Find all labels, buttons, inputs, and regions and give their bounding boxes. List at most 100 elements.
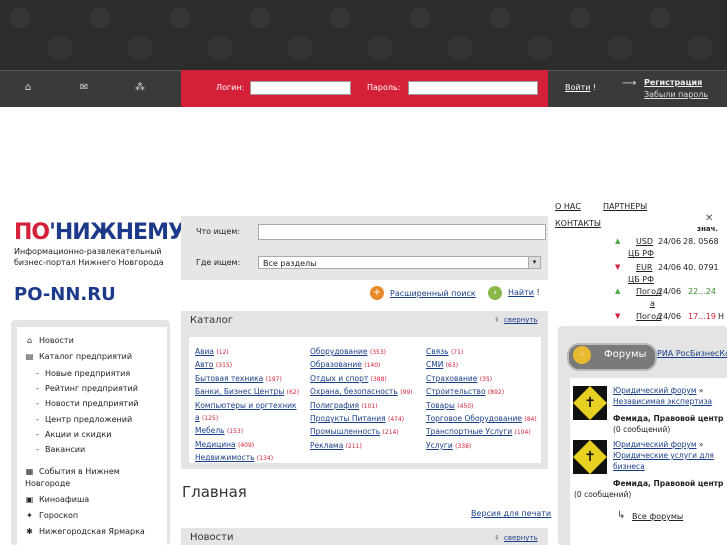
catalog-link[interactable]: Оборудование: [310, 347, 368, 356]
sidebar-item[interactable]: Киноафиша: [39, 495, 89, 504]
password-input[interactable]: [408, 81, 538, 95]
sidebar-subitem[interactable]: Рейтинг предприятий: [45, 384, 138, 393]
catalog-link[interactable]: Бытовая техника: [195, 374, 263, 383]
catalog-link[interactable]: Транспортные Услуги: [426, 427, 512, 436]
partners-link[interactable]: ПАРТНЕРЫ: [603, 202, 647, 211]
find-button[interactable]: Найти !: [508, 288, 540, 297]
catalog-link[interactable]: Авто: [195, 360, 214, 369]
sidebar-item[interactable]: Нижегородская Ярмарка: [39, 527, 145, 536]
mail-icon[interactable]: ✉: [74, 78, 94, 98]
sidebar-subitem[interactable]: Центр предложений: [45, 415, 132, 424]
sidebar-item[interactable]: События в Нижнем: [39, 467, 120, 476]
arrow-down-icon: ▼: [615, 263, 621, 271]
home-icon: ⌂: [26, 336, 33, 345]
forum-topic[interactable]: Юридические услуги для: [613, 450, 714, 461]
catalog-item: Недвижимость (134): [195, 452, 305, 465]
logo[interactable]: ПО'НИЖНЕМУ: [14, 220, 185, 245]
arrow-icon: ↳: [617, 510, 626, 521]
catalog-link[interactable]: Мебель: [195, 426, 225, 435]
catalog-item: а (125): [195, 412, 305, 425]
search-go-icon[interactable]: ›: [488, 286, 502, 300]
bullet-icon: -: [36, 369, 39, 378]
catalog-item: Промышленность (214): [310, 426, 420, 439]
catalog-link[interactable]: Банки, Бизнес Центры: [195, 387, 284, 396]
news-title: Новости: [190, 532, 234, 543]
sidebar-subitem[interactable]: Вакансии: [45, 445, 85, 454]
forum-author: Фемида, Правовой центр: [613, 479, 724, 488]
catalog-count: (12): [216, 349, 229, 356]
catalog-link[interactable]: Образование: [310, 360, 362, 369]
catalog-link[interactable]: Компьютеры и оргтехник: [195, 401, 297, 410]
news-collapse-link[interactable]: свернуть: [504, 534, 538, 542]
search-input[interactable]: [258, 224, 546, 240]
plus-icon[interactable]: +: [370, 286, 384, 300]
catalog-link[interactable]: Страхование: [426, 374, 477, 383]
register-link[interactable]: Регистрация: [644, 78, 702, 87]
catalog-link[interactable]: Товары: [426, 401, 455, 410]
forum-logo[interactable]: ✝: [573, 386, 607, 420]
catalog-link[interactable]: Промышленность: [310, 427, 380, 436]
home-icon[interactable]: ⌂: [18, 78, 38, 98]
sidebar-subitem[interactable]: Новые предприятия: [45, 369, 130, 378]
catalog-link[interactable]: Строительство: [426, 387, 486, 396]
collapse-icon[interactable]: ⇞: [494, 316, 500, 324]
rate-source[interactable]: ЦБ РФ: [628, 249, 654, 258]
catalog-link[interactable]: Авиа: [195, 347, 214, 356]
forum-topic[interactable]: Независимая экспертиза: [613, 396, 712, 407]
about-link[interactable]: О НАС: [555, 202, 581, 211]
print-version-link[interactable]: Версия для печати: [471, 509, 551, 518]
catalog-link[interactable]: Связь: [426, 347, 449, 356]
catalog-item: Мебель (153): [195, 425, 305, 438]
ria-link[interactable]: РИА РосБизнесКо: [657, 349, 727, 358]
catalog-link[interactable]: Медицина: [195, 440, 236, 449]
forum-category[interactable]: Юридический форум »: [613, 439, 703, 450]
forum-messages: (0 сообщений): [613, 425, 671, 434]
rate-extra: Н: [718, 312, 725, 321]
catalog-link[interactable]: Торговое Оборудование: [426, 414, 522, 423]
catalog-link[interactable]: Реклама: [310, 441, 343, 450]
forum-logo[interactable]: ✝: [573, 440, 607, 474]
sidebar-item-line2[interactable]: Новгороде: [25, 479, 70, 488]
sitemap-icon[interactable]: ⁂: [130, 78, 150, 98]
sidebar-subitem[interactable]: Новости предприятий: [45, 399, 138, 408]
forum-topic-line2[interactable]: бизнеса: [613, 461, 645, 472]
sidebar-item[interactable]: Каталог предприятий: [39, 352, 132, 361]
catalog-link[interactable]: Охрана, безопасность: [310, 387, 398, 396]
rate-name-tail[interactable]: а: [650, 299, 655, 308]
catalog-link[interactable]: Полиграфия: [310, 401, 359, 410]
bullet-icon: -: [36, 384, 39, 394]
forum-category[interactable]: Юридический форум »: [613, 385, 703, 396]
collapse-icon[interactable]: ⇞: [494, 534, 500, 542]
find-button-label[interactable]: Найти: [508, 288, 534, 297]
sidebar-subitem[interactable]: Акции и скидки: [45, 430, 111, 439]
catalog-link[interactable]: Продукты Питания: [310, 414, 386, 423]
catalog-link[interactable]: а: [195, 413, 200, 422]
sidebar-item[interactable]: Гороскоп: [39, 511, 78, 520]
sidebar-item[interactable]: Новости: [39, 336, 74, 345]
login-button[interactable]: Войти !: [565, 83, 596, 92]
forgot-password-link[interactable]: Забыли пароль: [644, 90, 708, 99]
catalog-link[interactable]: СМИ: [426, 360, 443, 369]
login-input[interactable]: [250, 81, 351, 95]
catalog-collapse-link[interactable]: свернуть: [504, 316, 538, 324]
catalog-count: (134): [256, 455, 274, 463]
close-icon[interactable]: ✕: [705, 213, 713, 224]
catalog-link[interactable]: Услуги: [426, 441, 453, 450]
forum-category-link[interactable]: Юридический форум: [613, 386, 696, 395]
chevron-down-icon[interactable]: ▾: [528, 257, 540, 268]
catalog-item: Образование (140): [310, 359, 420, 372]
forum-category-link[interactable]: Юридический форум: [613, 440, 696, 449]
catalog-link[interactable]: Отдых и спорт: [310, 374, 368, 383]
advanced-search-link[interactable]: Расширенный поиск: [390, 289, 476, 298]
all-forums-link[interactable]: Все форумы: [632, 512, 683, 521]
search-section-select[interactable]: Все разделы ▾: [258, 256, 541, 269]
rate-date: 24/06: [658, 287, 682, 296]
login-button-label[interactable]: Войти: [565, 83, 590, 92]
catalog-link[interactable]: Недвижимость: [195, 453, 255, 462]
rate-name[interactable]: USD: [636, 237, 653, 246]
rate-name[interactable]: EUR: [636, 263, 652, 272]
site-name[interactable]: PO-NN.RU: [14, 284, 116, 305]
contacts-link[interactable]: КОНТАКТЫ: [555, 219, 601, 228]
rate-source[interactable]: ЦБ РФ: [628, 275, 654, 284]
rate-value: 40. 0791: [683, 263, 719, 272]
